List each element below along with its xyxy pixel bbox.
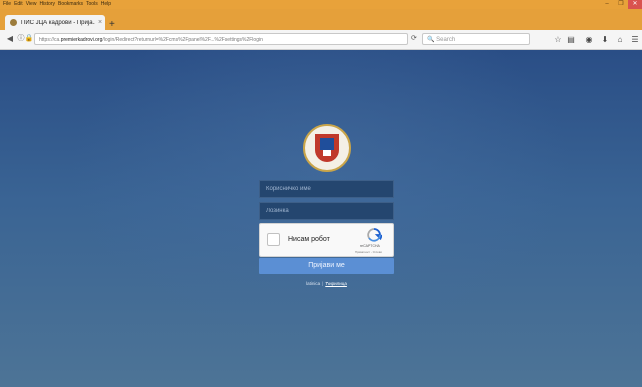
menu-history[interactable]: History [39, 0, 55, 9]
recaptcha-checkbox[interactable] [267, 233, 280, 246]
navigation-toolbar: ◀ ⓘ 🔒 https://ca.premierkadrovi.org/logi… [0, 30, 642, 50]
password-input[interactable] [259, 202, 394, 220]
back-icon[interactable]: ◀ [5, 34, 15, 44]
language-latin[interactable]: latinica [306, 281, 320, 286]
favicon-icon [10, 19, 17, 26]
menu-edit[interactable]: Edit [14, 0, 23, 9]
window-close-button[interactable]: ✕ [628, 0, 642, 9]
pocket-icon[interactable]: ◉ [584, 33, 594, 46]
menu-bookmarks[interactable]: Bookmarks [58, 0, 83, 9]
new-tab-button[interactable]: + [109, 19, 115, 30]
lock-icon[interactable]: 🔒 [24, 34, 34, 44]
login-page: Нисам робот reCAPTCHA Приватност - Услов… [0, 50, 642, 387]
url-path: /login/Redirect?returnurl=%2Fcms%2Fpanel… [102, 37, 263, 43]
home-icon[interactable]: ⌂ [615, 33, 625, 46]
menu-bar: File Edit View History Bookmarks Tools H… [0, 0, 642, 9]
menu-tools[interactable]: Tools [86, 0, 98, 9]
tab-close-icon[interactable]: × [95, 19, 105, 26]
star-icon[interactable]: ☆ [553, 33, 563, 46]
recaptcha-label: Нисам робот [288, 236, 330, 243]
minimize-button[interactable]: – [600, 0, 614, 9]
recaptcha-terms[interactable]: Приватност - Услови [355, 250, 382, 254]
tab-title: ПИС ЈЦА кадрови - Прија... [21, 19, 95, 26]
recaptcha-widget: Нисам робот reCAPTCHA Приватност - Услов… [259, 223, 394, 257]
hamburger-icon[interactable]: ☰ [630, 33, 640, 46]
login-button[interactable]: Пријави ме [259, 258, 394, 274]
shield-icon [315, 134, 339, 162]
url-prefix: https://ca. [39, 37, 61, 43]
recaptcha-logo-icon [367, 228, 382, 242]
language-switcher: latinica | Ћирилица [259, 281, 394, 286]
url-domain: premierkadrovi.org [60, 37, 103, 43]
url-bar[interactable]: https://ca.premierkadrovi.org/login/Redi… [34, 33, 408, 45]
language-cyrillic[interactable]: Ћирилица [325, 281, 347, 286]
menu-help[interactable]: Help [101, 0, 111, 9]
search-box[interactable]: 🔍 Search [422, 33, 530, 45]
download-icon[interactable]: ⬇ [600, 33, 610, 46]
browser-tab[interactable]: ПИС ЈЦА кадрови - Прија... × [5, 15, 105, 30]
reload-icon[interactable]: ⟳ [411, 34, 417, 42]
username-input[interactable] [259, 180, 394, 198]
library-icon[interactable]: ▤ [566, 33, 576, 46]
menu-file[interactable]: File [3, 0, 11, 9]
menu-view[interactable]: View [26, 0, 37, 9]
coat-of-arms-logo [303, 124, 351, 172]
maximize-button[interactable]: ❐ [614, 0, 628, 9]
tab-strip: ПИС ЈЦА кадрови - Прија... × + [0, 9, 642, 30]
recaptcha-brand: reCAPTCHA [360, 244, 380, 248]
search-placeholder: Search [436, 37, 456, 43]
language-separator: | [322, 281, 324, 286]
